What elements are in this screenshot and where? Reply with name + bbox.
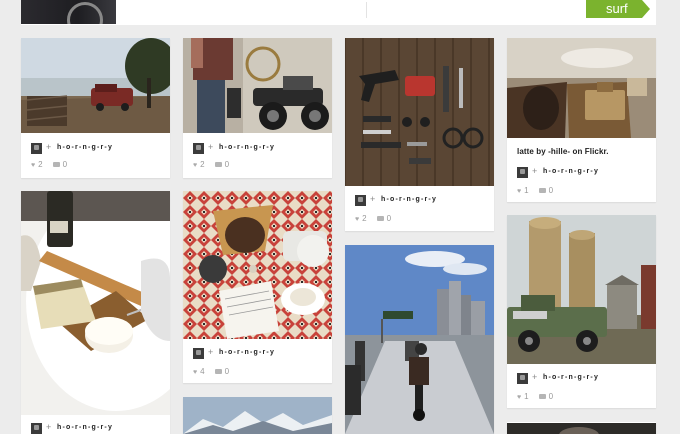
heart-icon[interactable]: ♥ bbox=[193, 369, 197, 376]
like-count: 1 bbox=[524, 186, 529, 195]
username-link[interactable]: h-o-r-n-g-r-y bbox=[57, 424, 113, 431]
avatar[interactable] bbox=[193, 143, 204, 154]
comment-count: 0 bbox=[224, 367, 230, 376]
pin-card[interactable]: + h-o-r-n-g-r-y ♥ 2 0 bbox=[183, 38, 332, 178]
plus-icon[interactable]: + bbox=[208, 347, 213, 357]
comment-icon[interactable] bbox=[538, 188, 546, 193]
tag-label[interactable]: surf bbox=[586, 0, 650, 18]
pin-card[interactable]: + h-o-r-n-g-r-y ♥ 1 0 bbox=[507, 215, 656, 408]
pin-card[interactable] bbox=[183, 397, 332, 434]
avatar[interactable] bbox=[31, 143, 42, 154]
pin-stats: ♥ 4 0 bbox=[193, 367, 229, 376]
heart-icon[interactable]: ♥ bbox=[193, 162, 197, 169]
top-card bbox=[21, 0, 656, 25]
pin-card[interactable] bbox=[507, 422, 656, 434]
username-link[interactable]: h-o-r-n-g-r-y bbox=[219, 349, 275, 356]
pin-card[interactable]: + h-o-r-n-g-r-y ♥ 4 0 bbox=[183, 191, 332, 383]
pin-stats: ♥ 1 0 bbox=[517, 186, 553, 195]
pin-card[interactable]: + h-o-r-n-g-r-y ♥ 2 0 bbox=[21, 38, 170, 178]
pin-image[interactable] bbox=[21, 191, 170, 415]
avatar[interactable] bbox=[355, 195, 366, 206]
pin-caption: latte by -hille- on Flickr. bbox=[517, 147, 609, 156]
avatar[interactable] bbox=[193, 348, 204, 359]
comment-count: 0 bbox=[548, 186, 554, 195]
comment-icon[interactable] bbox=[214, 369, 222, 374]
pin-card[interactable] bbox=[345, 245, 494, 434]
plus-icon[interactable]: + bbox=[46, 142, 51, 152]
like-count: 2 bbox=[38, 160, 43, 169]
like-count: 2 bbox=[200, 160, 205, 169]
comment-icon[interactable] bbox=[52, 162, 60, 167]
pin-stats: ♥ 1 0 bbox=[517, 392, 553, 401]
like-count: 1 bbox=[524, 392, 529, 401]
avatar[interactable] bbox=[517, 167, 528, 178]
comment-count: 0 bbox=[224, 160, 230, 169]
heart-icon[interactable]: ♥ bbox=[355, 216, 359, 223]
avatar[interactable] bbox=[31, 423, 42, 434]
pin-stats: ♥ 2 0 bbox=[31, 160, 67, 169]
pin-card[interactable]: + h-o-r-n-g-r-y ♥ 2 0 bbox=[345, 38, 494, 231]
pin-image[interactable] bbox=[345, 38, 494, 186]
username-link[interactable]: h-o-r-n-g-r-y bbox=[543, 374, 599, 381]
plus-icon[interactable]: + bbox=[532, 166, 537, 176]
comment-count: 0 bbox=[548, 392, 554, 401]
comment-icon[interactable] bbox=[214, 162, 222, 167]
pin-stats: ♥ 2 0 bbox=[355, 214, 391, 223]
pin-image[interactable] bbox=[183, 191, 332, 339]
like-count: 2 bbox=[362, 214, 367, 223]
pin-card[interactable]: latte by -hille- on Flickr. + h-o-r-n-g-… bbox=[507, 38, 656, 202]
pin-card[interactable]: + h-o-r-n-g-r-y bbox=[21, 191, 170, 434]
heart-icon[interactable]: ♥ bbox=[517, 394, 521, 401]
comment-count: 0 bbox=[386, 214, 392, 223]
top-thumbnail[interactable] bbox=[21, 0, 116, 24]
heart-icon[interactable]: ♥ bbox=[517, 188, 521, 195]
pin-image[interactable] bbox=[507, 38, 656, 138]
comment-icon[interactable] bbox=[376, 216, 384, 221]
username-link[interactable]: h-o-r-n-g-r-y bbox=[381, 196, 437, 203]
username-link[interactable]: h-o-r-n-g-r-y bbox=[57, 144, 113, 151]
pin-image[interactable] bbox=[507, 215, 656, 364]
pin-image[interactable] bbox=[183, 397, 332, 434]
username-link[interactable]: h-o-r-n-g-r-y bbox=[543, 168, 599, 175]
heart-icon[interactable]: ♥ bbox=[31, 162, 35, 169]
plus-icon[interactable]: + bbox=[46, 422, 51, 432]
comment-icon[interactable] bbox=[538, 394, 546, 399]
pin-image[interactable] bbox=[345, 245, 494, 434]
avatar[interactable] bbox=[517, 373, 528, 384]
like-count: 4 bbox=[200, 367, 205, 376]
plus-icon[interactable]: + bbox=[208, 142, 213, 152]
username-link[interactable]: h-o-r-n-g-r-y bbox=[219, 144, 275, 151]
pin-image[interactable] bbox=[507, 422, 656, 434]
plus-icon[interactable]: + bbox=[370, 194, 375, 204]
comment-count: 0 bbox=[62, 160, 68, 169]
pin-image[interactable] bbox=[21, 38, 170, 133]
pin-stats: ♥ 2 0 bbox=[193, 160, 229, 169]
plus-icon[interactable]: + bbox=[532, 372, 537, 382]
pin-image[interactable] bbox=[183, 38, 332, 133]
top-divider bbox=[366, 2, 367, 18]
